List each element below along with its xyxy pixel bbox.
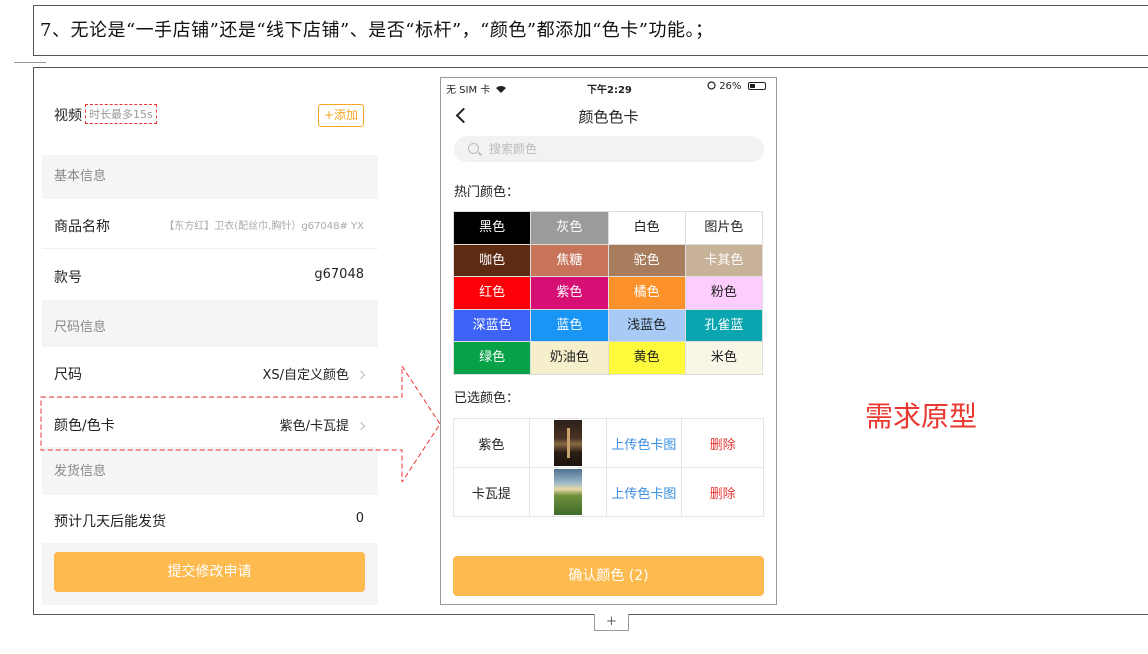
delete-button[interactable]: 删除 [682,419,764,468]
color-swatch[interactable]: 粉色 [685,277,763,310]
selected-row: 紫色 上传色卡图 删除 [454,419,764,468]
add-row-button[interactable]: + [594,614,629,631]
color-swatch[interactable]: 图片色 [685,212,763,245]
battery-icon [747,82,766,90]
add-video-button[interactable]: +添加 [318,104,364,127]
color-swatch[interactable]: 黄色 [608,342,686,375]
note-cell: 7、无论是“一手店铺”还是“线下店铺”、是否“标杆”，“颜色”都添加“色卡”功能… [33,5,1148,56]
search-input[interactable]: 搜索颜色 [454,136,764,162]
delete-button[interactable]: 删除 [682,468,764,517]
color-swatch[interactable]: 蓝色 [531,309,609,342]
style-no-label: 款号 [54,270,82,286]
color-swatch[interactable]: 橘色 [608,277,686,310]
search-icon [468,143,479,154]
flow-arrow [40,366,441,482]
orientation-lock-icon [707,81,716,90]
video-label: 视频 [54,108,82,124]
carrier-text: 无 SIM 卡 [446,85,491,96]
row-marker [14,62,46,63]
hot-colors-title: 热门颜色： [454,185,520,200]
status-bar: 无 SIM 卡 下午2:29 26% [441,78,776,96]
upload-color-card-button[interactable]: 上传色卡图 [606,419,683,468]
ship-days-row[interactable]: 预计几天后能发货 0 [42,495,378,543]
battery-text: 26% [719,81,742,92]
selected-color-name: 卡瓦提 [454,468,530,517]
color-card-phone: 无 SIM 卡 下午2:29 26% 颜色色卡 搜索颜色 热门颜色： 黑色 灰色白… [440,77,777,605]
selected-colors-title: 已选颜色： [454,391,520,406]
wifi-icon [496,86,507,93]
page-title: 颜色色卡 [578,108,639,126]
color-swatch[interactable]: 浅蓝色 [608,309,686,342]
basic-info-header: 基本信息 [42,155,378,199]
clock-text: 下午2:29 [587,85,632,96]
color-swatch[interactable]: 灰色 [531,212,609,245]
confirm-colors-button[interactable]: 确认颜色 (2) [453,556,764,596]
ship-days-value: 0 [355,511,364,526]
style-no-row[interactable]: 款号 g67048 [42,248,378,300]
color-swatch[interactable]: 红色 [454,277,532,310]
product-name-value: 【东方红】卫衣(配丝巾,胸针）g67048# YX [164,221,364,232]
selected-colors-table: 紫色 上传色卡图 删除 卡瓦提 上传色卡图 删除 [453,418,764,517]
color-swatch[interactable]: 卡其色 [685,244,763,277]
color-swatch[interactable]: 紫色 [531,277,609,310]
color-swatch[interactable]: 白色 [608,212,686,245]
color-swatch[interactable]: 米色 [685,342,763,375]
color-swatch[interactable]: 深蓝色 [454,309,532,342]
video-row: 视频 时长最多15s +添加 [42,88,378,155]
color-swatch[interactable]: 黑色 [454,212,532,245]
color-swatch[interactable]: 奶油色 [531,342,609,375]
color-card-image [553,469,582,515]
requirement-note: 7、无论是“一手店铺”还是“线下店铺”、是否“标杆”，“颜色”都添加“色卡”功能… [40,20,714,41]
ship-days-label: 预计几天后能发货 [54,514,166,530]
color-swatch[interactable]: 绿色 [454,342,532,375]
upload-color-card-button[interactable]: 上传色卡图 [606,468,683,517]
color-card-image [553,420,582,466]
arrow-outline [40,366,441,482]
hot-colors-grid: 黑色 灰色 白色 图片色咖色 焦糖 驼色 卡其色红色 紫色 橘色 粉色深蓝色 蓝色 浅蓝色 孔雀蓝绿色奶… [453,211,763,375]
selected-row: 卡瓦提 上传色卡图 删除 [454,468,764,517]
color-swatch[interactable]: 咖色 [454,244,532,277]
video-hint: 时长最多15s [85,104,157,124]
style-no-value: g67048 [314,267,364,282]
size-info-header: 尺码信息 [42,300,378,347]
color-swatch[interactable]: 驼色 [608,244,686,277]
product-name-label: 商品名称 [54,219,110,235]
search-placeholder: 搜索颜色 [489,142,538,156]
color-swatch[interactable]: 孔雀蓝 [685,309,763,342]
submit-change-button[interactable]: 提交修改申请 [54,552,365,592]
prototype-label: 需求原型 [865,400,978,433]
selected-color-name: 紫色 [454,419,530,468]
product-name-row[interactable]: 商品名称 【东方红】卫衣(配丝巾,胸针）g67048# YX [42,199,378,248]
color-swatch[interactable]: 焦糖 [531,244,609,277]
